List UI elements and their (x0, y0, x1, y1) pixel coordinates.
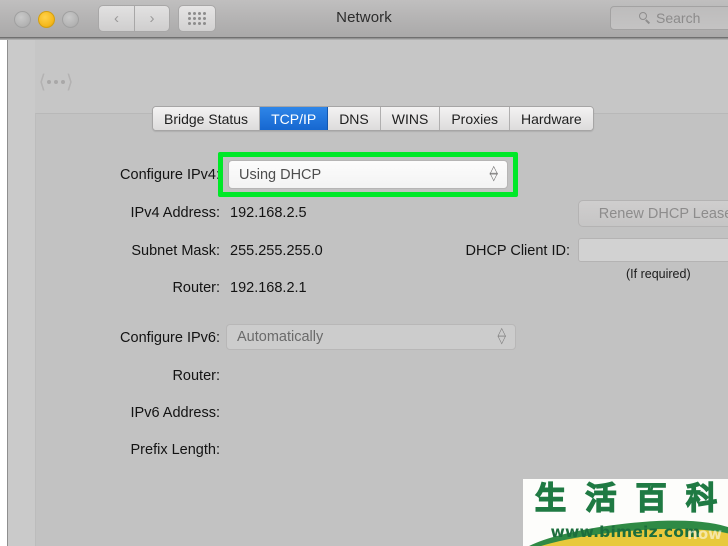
dhcp-client-id-label: DHCP Client ID: (465, 243, 570, 259)
configure-ipv6-label: Configure IPv6: (120, 330, 220, 346)
ipv4-router-label: Router: (172, 280, 220, 296)
ellipsis-dots-icon (47, 80, 65, 84)
window-gutter (8, 40, 35, 546)
ipv4-address-label: IPv4 Address: (130, 205, 220, 221)
titlebar: ‹ › Network Search (0, 0, 728, 38)
subnet-mask-value: 255.255.255.0 (230, 243, 323, 259)
highlight-annotation (218, 152, 518, 197)
subnet-mask-label: Subnet Mask: (131, 243, 220, 259)
dhcp-client-id-input[interactable] (578, 238, 728, 262)
search-icon (639, 12, 651, 24)
watermark-char-1: 生 (534, 481, 566, 517)
tab-dns[interactable]: DNS (328, 107, 381, 130)
watermark-char-2: 活 (585, 481, 617, 517)
search-field[interactable]: Search (610, 6, 728, 30)
search-placeholder: Search (656, 10, 701, 26)
chevron-updown-icon: △ ▽ (497, 326, 506, 346)
prefix-length-label: Prefix Length: (130, 442, 220, 458)
ipv4-router-value: 192.168.2.1 (230, 280, 307, 296)
tab-tcpip[interactable]: TCP/IP (260, 107, 329, 130)
watermark-cjk-text: 生 活 百 科 (534, 481, 717, 517)
window-outer-margin (0, 40, 7, 546)
ipv6-router-label: Router: (172, 368, 220, 384)
network-preferences-window: ‹ › Network Search ⟨ ⟩ Bridge Status TCP… (0, 0, 728, 546)
tab-hardware[interactable]: Hardware (510, 107, 593, 130)
ipv4-address-value: 192.168.2.5 (230, 205, 307, 221)
watermark-ghost-text: now (687, 525, 722, 543)
configure-ipv4-label: Configure IPv4: (120, 167, 220, 183)
settings-tabbar: Bridge Status TCP/IP DNS WINS Proxies Ha… (152, 106, 594, 131)
tab-bridge-status[interactable]: Bridge Status (153, 107, 261, 130)
renew-dhcp-lease-button[interactable]: Renew DHCP Lease (578, 200, 728, 227)
configure-ipv6-dropdown[interactable]: Automatically △ ▽ (226, 324, 516, 350)
dhcp-client-id-hint: (If required) (626, 267, 691, 281)
chevron-right-icon: ⟩ (66, 71, 74, 93)
tab-proxies[interactable]: Proxies (440, 107, 510, 130)
chevron-left-icon: ⟨ (38, 71, 46, 93)
tab-wins[interactable]: WINS (380, 107, 441, 130)
watermark: 生 活 百 科 www.bimeiz.com now (523, 479, 728, 546)
configure-ipv6-value: Automatically (237, 329, 324, 345)
watermark-char-4: 科 (685, 481, 717, 517)
ipv6-address-label: IPv6 Address: (130, 405, 220, 421)
ellipsis-nav-icon[interactable]: ⟨ ⟩ (34, 68, 78, 96)
watermark-char-3: 百 (635, 481, 667, 517)
